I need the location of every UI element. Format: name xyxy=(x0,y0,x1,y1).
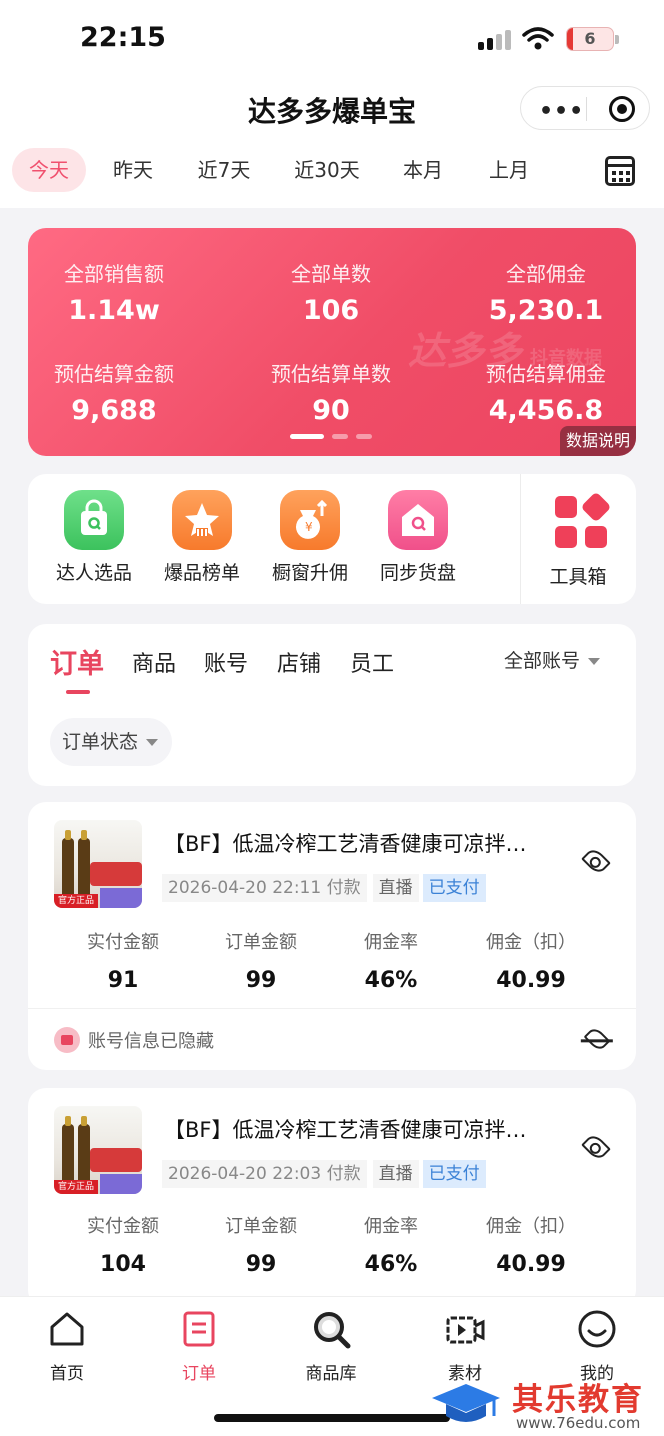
tool-window-commission[interactable]: ¥ 橱窗升佣 xyxy=(260,490,360,585)
date-tab-this-month[interactable]: 本月 xyxy=(390,148,456,192)
brand-watermark: 其乐教育 www.76edu.com xyxy=(430,1374,664,1436)
tab-underline xyxy=(66,690,90,694)
more-icon[interactable]: ••• xyxy=(539,99,584,124)
store-icon xyxy=(388,490,448,550)
home-indicator xyxy=(214,1414,450,1422)
account-filter-dropdown[interactable]: 全部账号 xyxy=(504,646,601,673)
date-tab-30days[interactable]: 近30天 xyxy=(282,148,372,192)
calendar-icon[interactable] xyxy=(605,156,635,186)
status-badge: 已支付 xyxy=(422,874,486,902)
toolbox-icon[interactable] xyxy=(555,491,612,550)
battery-level: 6 xyxy=(584,29,596,48)
order-title: 【BF】低温冷榨工艺清香健康可凉拌… xyxy=(164,1118,527,1142)
eye-icon[interactable] xyxy=(581,846,611,876)
tabbar-product-library[interactable]: 商品库 xyxy=(286,1309,376,1384)
tab-products[interactable]: 商品 xyxy=(132,646,176,678)
svg-text:¥: ¥ xyxy=(305,520,313,534)
battery-icon: 6 xyxy=(566,27,619,51)
shopping-bag-icon xyxy=(64,490,124,550)
tabbar-orders[interactable]: 订单 xyxy=(154,1309,244,1384)
tabbar-home[interactable]: 首页 xyxy=(22,1309,112,1384)
tool-toolbox-label[interactable]: 工具箱 xyxy=(528,562,628,589)
order-meta: 2026-04-20 22:03 付款 直播 已支付 xyxy=(162,1160,486,1188)
account-hidden-text: 账号信息已隐藏 xyxy=(88,1031,214,1052)
home-icon xyxy=(47,1309,87,1349)
stat-est-settle-amount: 预估结算金额 9,688 xyxy=(54,362,174,426)
carousel-indicator xyxy=(290,434,380,440)
tab-stores[interactable]: 店铺 xyxy=(277,646,321,678)
video-icon xyxy=(445,1309,485,1349)
order-status-filter[interactable]: 订单状态 xyxy=(50,718,173,766)
status-time: 22:15 xyxy=(80,22,166,53)
title-bar: 达多多爆单宝 ••• xyxy=(0,80,664,136)
account-icon xyxy=(54,1027,80,1053)
date-tab-7days[interactable]: 近7天 xyxy=(186,148,262,192)
graduation-cap-icon xyxy=(432,1384,500,1422)
product-thumbnail: 官方正品 xyxy=(54,820,142,908)
date-tab-today[interactable]: 今天 xyxy=(12,148,86,192)
wifi-icon xyxy=(522,27,554,50)
stat-total-commission: 全部佣金 5,230.1 xyxy=(488,262,604,326)
caret-down-icon xyxy=(588,658,601,665)
signal-icon xyxy=(478,28,514,50)
tab-orders[interactable]: 订单 xyxy=(50,642,104,681)
tool-sync-inventory[interactable]: 同步货盘 xyxy=(368,490,468,585)
tool-hot-ranking[interactable]: 爆品榜单 xyxy=(152,490,252,585)
eye-off-icon[interactable] xyxy=(583,1025,611,1053)
search-icon xyxy=(311,1309,351,1349)
stat-total-orders: 全部单数 106 xyxy=(291,262,371,326)
eye-icon[interactable] xyxy=(581,1132,611,1162)
stat-total-sales: 全部销售额 1.14w xyxy=(64,262,164,326)
tool-creator-selection[interactable]: 达人选品 xyxy=(44,490,144,585)
smile-face-icon xyxy=(577,1309,617,1349)
close-target-icon[interactable] xyxy=(609,96,635,122)
tab-staff[interactable]: 员工 xyxy=(350,646,394,678)
tabbar-materials[interactable]: 素材 xyxy=(420,1309,510,1384)
sales-stats-card[interactable]: 达多多 抖音数据 全部销售额 1.14w 全部单数 106 全部佣金 5,230.1 预… xyxy=(28,228,636,456)
order-filter-card: 订单 商品 账号 店铺 员工 全部账号 订单状态 xyxy=(28,624,636,786)
order-meta: 2026-04-20 22:11 付款 直播 已支付 xyxy=(162,874,486,902)
order-doc-icon xyxy=(179,1309,219,1349)
star-icon xyxy=(172,490,232,550)
caret-down-icon xyxy=(146,739,159,746)
order-card[interactable]: 官方正品 【BF】低温冷榨工艺清香健康可凉拌… 2026-04-20 22:03… xyxy=(28,1088,636,1308)
status-badge: 已支付 xyxy=(422,1160,486,1188)
quick-tools-card: 达人选品 爆品榜单 ¥ 橱窗升佣 同步货盘 工具箱 xyxy=(28,474,636,604)
order-card[interactable]: 官方正品 【BF】低温冷榨工艺清香健康可凉拌… 2026-04-20 22:11… xyxy=(28,802,636,1070)
account-info-row: 账号信息已隐藏 xyxy=(28,1008,636,1070)
date-tab-last-month[interactable]: 上月 xyxy=(476,148,542,192)
status-bar: 22:15 6 xyxy=(0,0,664,80)
tabbar-mine[interactable]: 我的 xyxy=(552,1309,642,1384)
stat-est-settle-orders: 预估结算单数 90 xyxy=(271,362,391,426)
date-tab-yesterday[interactable]: 昨天 xyxy=(98,148,168,192)
data-description-button[interactable]: 数据说明 xyxy=(559,426,636,456)
product-thumbnail: 官方正品 xyxy=(54,1106,142,1194)
stat-est-settle-commission: 预估结算佣金 4,456.8 xyxy=(486,362,606,426)
tab-accounts[interactable]: 账号 xyxy=(204,646,248,678)
mini-program-capsule: ••• xyxy=(520,86,650,130)
money-bag-icon: ¥ xyxy=(280,490,340,550)
order-title: 【BF】低温冷榨工艺清香健康可凉拌… xyxy=(164,832,527,856)
date-range-tabs: 今天 昨天 近7天 近30天 本月 上月 xyxy=(0,136,664,208)
